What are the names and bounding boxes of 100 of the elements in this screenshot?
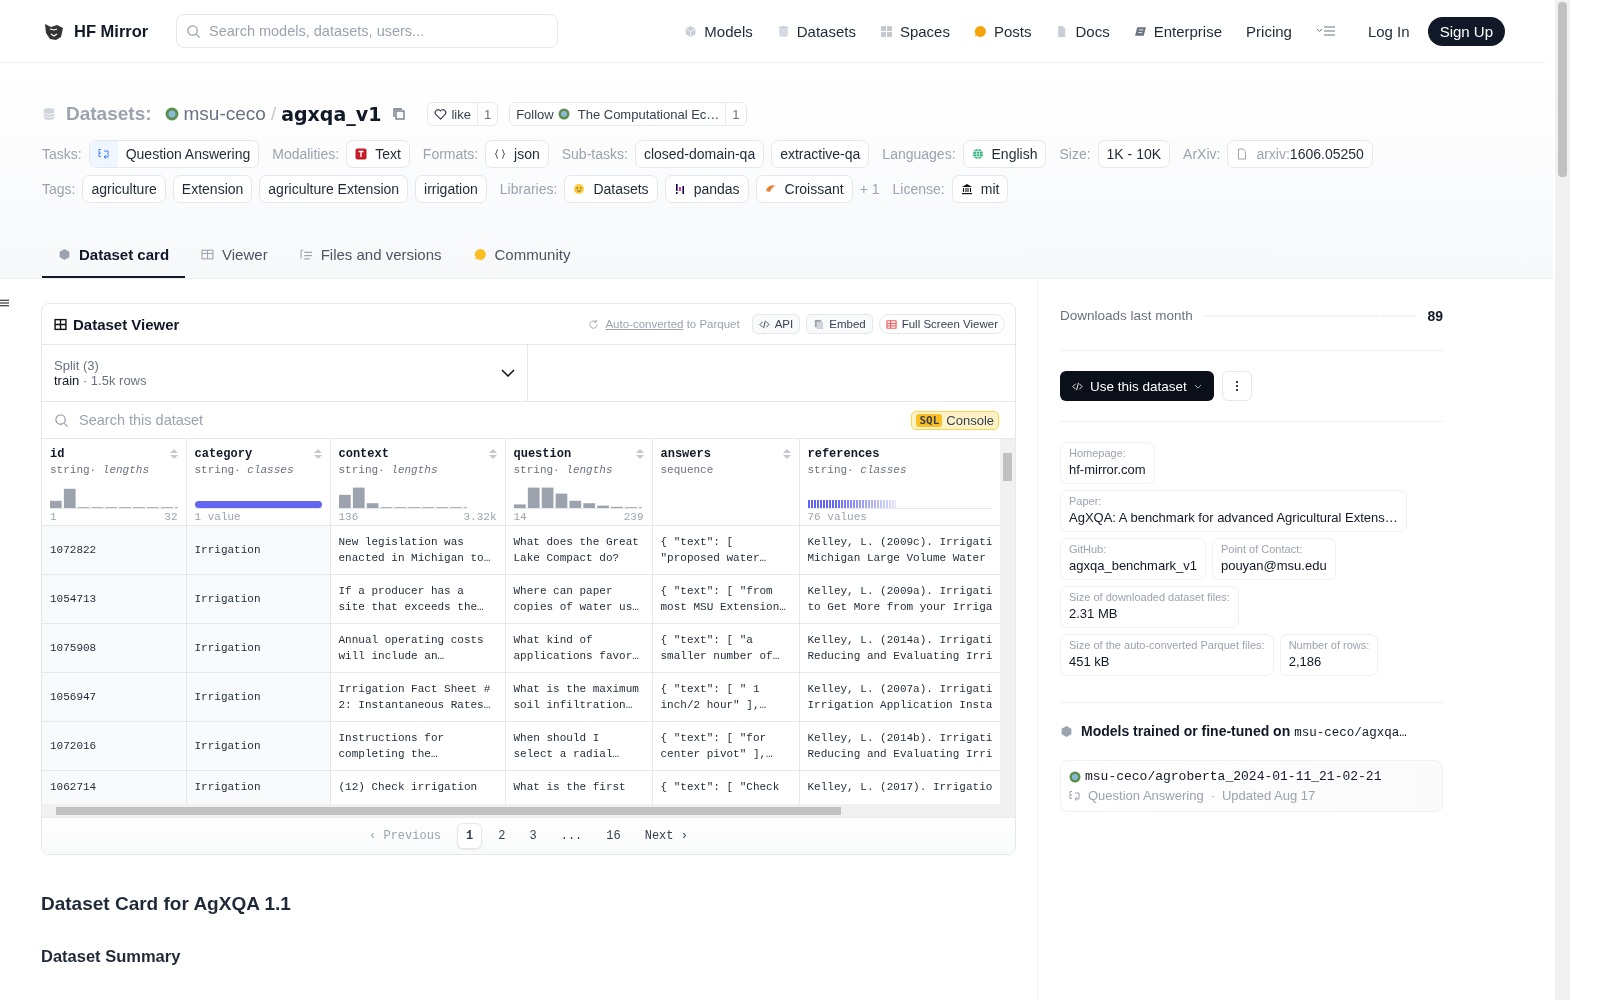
column-name: references <box>807 447 880 461</box>
login-link[interactable]: Log In <box>1355 22 1422 40</box>
table-icon <box>201 247 215 261</box>
tag-chip[interactable]: irrigation <box>415 175 487 203</box>
viewer-button[interactable]: API <box>751 314 801 334</box>
owner-link[interactable]: msu-ceco <box>183 103 266 125</box>
nav-link[interactable]: Enterprise <box>1121 22 1235 40</box>
scrollbar[interactable] <box>1000 439 1015 804</box>
code-icon <box>1072 380 1083 392</box>
table-cell: Annual operating costs will include an… <box>330 623 505 672</box>
sort-icon[interactable] <box>488 449 497 459</box>
column-name: question <box>513 447 572 461</box>
separator-dot: · <box>1210 788 1215 803</box>
table-cell: What does the Great Lake Compact do? <box>505 525 652 574</box>
tab[interactable]: Viewer <box>185 232 284 278</box>
tag-chip[interactable]: English <box>962 140 1047 168</box>
like-button[interactable]: like 1 <box>427 102 499 126</box>
downloads-count: 89 <box>1427 307 1443 324</box>
refresh-icon <box>588 318 600 330</box>
column-header[interactable]: category string· classes 1 value <box>186 439 330 525</box>
pagination-link[interactable]: ... <box>552 824 591 848</box>
menu-icon[interactable] <box>0 298 9 308</box>
max-value: 32 <box>164 511 178 523</box>
table-cell: Instructions for completing the… <box>330 721 505 770</box>
page-scrollbar[interactable] <box>1555 0 1570 1000</box>
tag-chip[interactable]: agriculture Extension <box>259 175 409 203</box>
column-header[interactable]: id string· lengths 1 32 <box>42 439 186 525</box>
column-name: category <box>194 447 253 461</box>
column-header[interactable]: answers sequence <box>652 439 799 525</box>
table-cell: Irrigation Fact Sheet # 2: Instantaneous Rates… <box>330 672 505 721</box>
tag-chip[interactable]: mit <box>951 175 1009 203</box>
table-cell: If a producer has a site that exceeds the… <box>330 574 505 623</box>
table-cell: 1072822 <box>42 525 186 574</box>
column-header[interactable]: question string· lengths 14 239 <box>505 439 652 525</box>
more-options-button[interactable] <box>1221 371 1252 401</box>
nav-link[interactable]: Posts <box>961 22 1044 40</box>
chat-bubble-icon <box>473 247 487 261</box>
tab[interactable]: Dataset card <box>42 232 186 278</box>
pagination-link[interactable]: 1 <box>457 823 483 849</box>
tag-chip[interactable]: pandas <box>664 175 749 203</box>
sort-icon[interactable] <box>313 449 322 459</box>
sql-console-button[interactable]: SQL Console <box>911 410 999 430</box>
pagination-link[interactable]: 2 <box>490 824 514 848</box>
tag-chip[interactable]: Text <box>346 140 410 168</box>
tag-chip[interactable]: Croissant <box>755 175 853 203</box>
avatar-icon <box>557 108 570 120</box>
tag-chip[interactable]: agriculture <box>82 175 166 203</box>
sort-icon[interactable] <box>782 449 791 459</box>
meta-label: Libraries: <box>499 181 558 197</box>
brand-name[interactable]: HF Mirror <box>74 21 149 41</box>
table-cell: { "text": [ " 1 inch/2 hour" ],… <box>652 672 799 721</box>
nav-link[interactable]: Docs <box>1043 22 1122 40</box>
info-label: GitHub: <box>1069 543 1108 555</box>
sort-icon[interactable] <box>169 449 178 459</box>
tag-chip[interactable]: json <box>485 140 549 168</box>
tag-chip[interactable]: closed-domain-qa <box>634 140 765 168</box>
copy-icon[interactable] <box>392 107 407 121</box>
nav-link[interactable]: Models <box>672 22 765 40</box>
column-header[interactable]: context string· lengths 136 3.32k <box>330 439 505 525</box>
sort-icon[interactable] <box>635 449 644 459</box>
pagination-link[interactable]: 3 <box>521 824 545 848</box>
repo-type-label: Datasets: <box>66 103 152 125</box>
tag-chip[interactable]: extractive-qa <box>771 140 870 168</box>
pagination-link[interactable]: Next › <box>636 824 696 848</box>
meta-label: License: <box>892 181 945 197</box>
dataset-name[interactable]: agxqa_v1 <box>281 103 382 125</box>
tab[interactable]: Community <box>457 232 587 278</box>
signup-button[interactable]: Sign Up <box>1427 16 1505 46</box>
tag-chip[interactable]: Datasets <box>564 175 658 203</box>
tag-chip[interactable]: Extension <box>172 175 253 203</box>
tab[interactable]: Files and versions <box>283 232 458 278</box>
model-updated: Updated Aug 17 <box>1221 788 1316 803</box>
column-type: string· lengths <box>50 464 151 476</box>
list-icon <box>299 247 313 261</box>
follow-button[interactable]: Follow The Computational Ec… 1 <box>509 102 747 126</box>
bars-icon <box>673 183 686 195</box>
search-field[interactable]: Search models, datasets, users... <box>176 14 558 48</box>
chevron-down-icon <box>501 369 515 377</box>
dataset-search-field[interactable]: Search this dataset <box>77 411 904 429</box>
viewer-button[interactable]: Embed <box>806 314 873 334</box>
column-header[interactable]: references string· classes 76 values <box>799 439 1000 525</box>
nav-link[interactable]: Pricing <box>1234 22 1304 40</box>
table-cell: { "text": [ "for center pivot" ],… <box>652 721 799 770</box>
cube-icon <box>58 247 71 261</box>
nav-link[interactable]: Datasets <box>764 22 868 40</box>
horizontal-scrollbar[interactable] <box>42 804 1015 818</box>
tag-chip[interactable]: arxiv:1606.05250 <box>1227 140 1373 168</box>
model-card[interactable]: msu-ceco/agroberta_2024-01-11_21-02-21 Question Answering · Updated Aug 17 <box>1060 760 1443 812</box>
tag-chip[interactable]: Question Answering <box>88 140 260 168</box>
tag-chip[interactable]: 1K - 10K <box>1097 140 1171 168</box>
use-dataset-button[interactable]: Use this dataset <box>1060 371 1214 401</box>
nav-link[interactable]: Spaces <box>867 22 962 40</box>
meta-label: Formats: <box>422 146 479 162</box>
code-icon <box>758 318 770 330</box>
info-value: 2.31 MB <box>1069 606 1119 621</box>
viewer-button[interactable]: Full Screen Viewer <box>878 314 1005 334</box>
table-cell: What is the maximum soil infiltration… <box>505 672 652 721</box>
split-dropdown[interactable]: Split (3) train · 1.5k rows <box>42 345 528 401</box>
max-value: 3.32k <box>463 511 497 523</box>
pagination-link[interactable]: 16 <box>598 824 629 848</box>
